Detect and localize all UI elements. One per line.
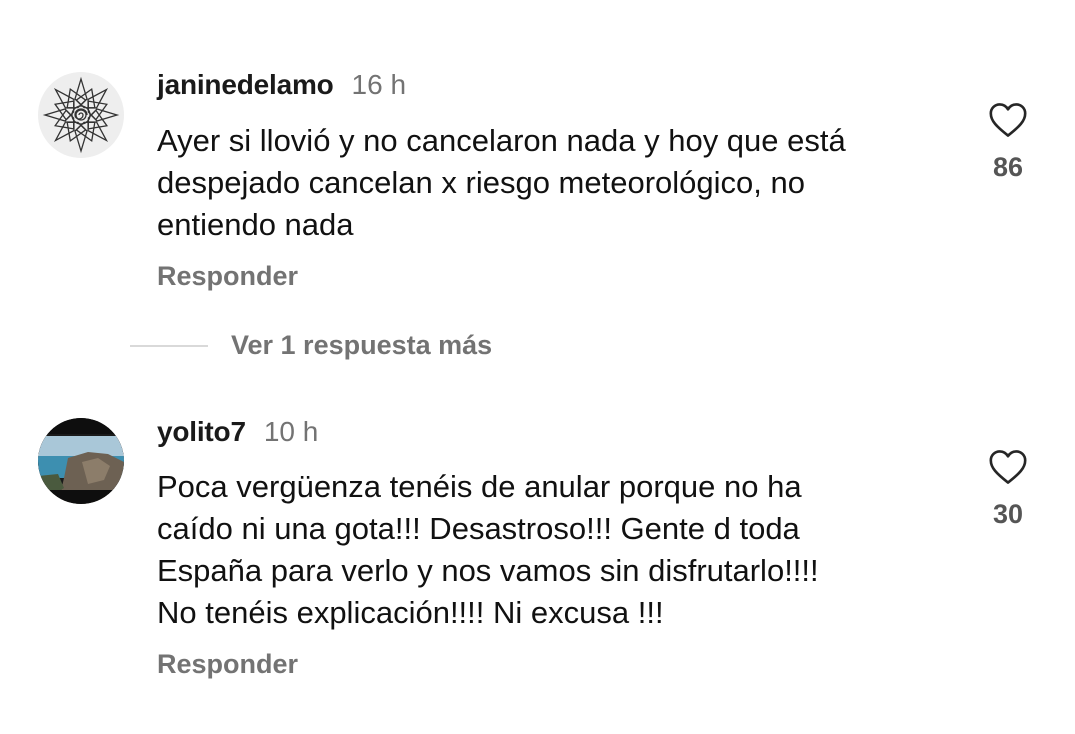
comment-text-line: Ayer si llovió y no cancelaron nada y ho… (157, 123, 846, 158)
comment-text-line: despejado cancelan x riesgo meteorológic… (157, 165, 805, 200)
heart-outline-icon[interactable] (988, 449, 1028, 485)
comment-timestamp: 10 h (263, 416, 319, 447)
avatar[interactable] (38, 418, 124, 504)
comment-header: janinedelamo 16 h (157, 69, 406, 101)
comment-text-line: Poca vergüenza tenéis de anular porque n… (157, 469, 802, 504)
like-control: 30 (980, 449, 1036, 530)
like-count: 86 (992, 152, 1024, 182)
divider-line (130, 344, 208, 347)
comment-text: Ayer si llovió y no cancelaron nada y ho… (157, 120, 957, 246)
comment-text: Poca vergüenza tenéis de anular porque n… (157, 466, 957, 634)
comment-header: yolito7 10 h (157, 416, 318, 448)
comments-panel: { "comments": [ { "username": "janinedel… (0, 0, 1075, 734)
comment-text-line: entiendo nada (157, 207, 354, 242)
reply-button[interactable]: Responder (157, 261, 298, 292)
avatar[interactable] (38, 72, 124, 158)
sea-cliff-avatar-icon (38, 418, 124, 504)
view-replies-label: Ver 1 respuesta más (231, 330, 493, 360)
comment-timestamp: 16 h (351, 69, 407, 100)
comment-text-line: caído ni una gota!!! Desastroso!!! Gente… (157, 511, 800, 546)
comment-text-line: No tenéis explicación!!!! Ni excusa !!! (157, 595, 664, 630)
reply-button[interactable]: Responder (157, 649, 298, 680)
heart-outline-icon[interactable] (988, 102, 1028, 138)
username[interactable]: janinedelamo (157, 69, 334, 101)
username[interactable]: yolito7 (157, 416, 246, 448)
mandala-avatar-icon (38, 72, 124, 158)
comment-text-line: España para verlo y nos vamos sin disfru… (157, 553, 819, 588)
like-control: 86 (980, 102, 1036, 183)
view-replies-button[interactable]: Ver 1 respuesta más (130, 330, 492, 361)
like-count: 30 (992, 499, 1024, 529)
